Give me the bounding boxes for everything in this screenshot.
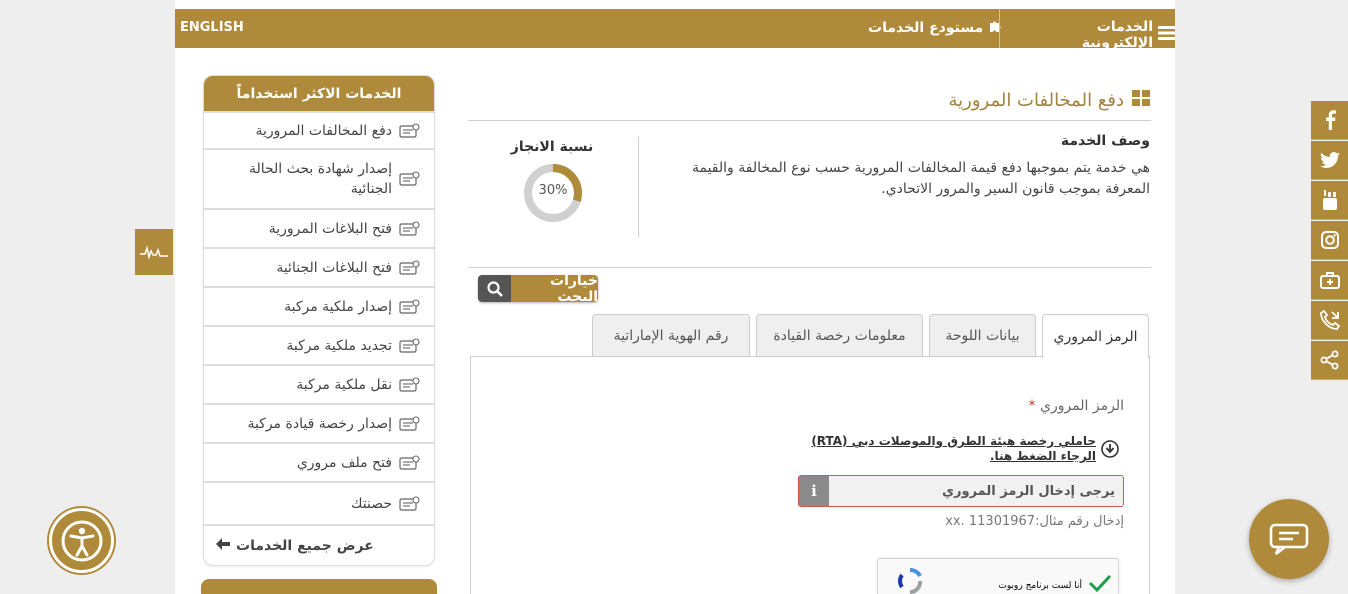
input-hint: إدخال رقم مثال:11301967 .xx [945, 514, 1124, 529]
sidebar-item[interactable]: دفع المخالفات المرورية [204, 111, 434, 148]
arrow-down-circle-icon [1101, 440, 1119, 458]
signature-icon [140, 245, 168, 260]
description-text: هي خدمة يتم بموجبها دفع قيمة المخالفات ا… [691, 160, 1150, 197]
hasantak-icon [399, 495, 420, 511]
service-title: دفع المخالفات المرورية [900, 90, 1150, 111]
search-icon [478, 275, 511, 302]
renew-ownership-icon [399, 337, 420, 353]
phone-icon[interactable] [1311, 301, 1348, 340]
vehicle-ownership-icon [399, 298, 420, 314]
traffic-code-input-group: i [798, 475, 1124, 507]
section-divider [468, 267, 1151, 268]
top-navigation: ENGLISH مستودع الخدمات الخدمات الإلكترون… [175, 9, 1175, 51]
youtube-icon[interactable] [1311, 181, 1348, 220]
sidebar-item-label: حصنتك [350, 495, 392, 512]
briefcase-icon[interactable] [1311, 261, 1348, 300]
accessibility-icon [61, 520, 102, 561]
accessibility-button[interactable] [49, 508, 114, 573]
traffic-file-icon [399, 454, 420, 470]
driving-license-icon [399, 415, 420, 431]
checkmark-icon[interactable] [1088, 573, 1112, 593]
sidebar-item[interactable]: فتح ملف مروري [204, 442, 434, 481]
second-panel-header [201, 579, 437, 594]
progress-value: 30% [538, 183, 568, 198]
sidebar-item-label: فتح ملف مروري [296, 454, 392, 471]
criminal-report-icon [399, 259, 420, 275]
sidebar-item[interactable]: إصدار ملكية مركبة [204, 286, 434, 325]
sidebar-item-label: فتح البلاغات المرورية [268, 220, 392, 237]
sidebar-item-label: فتح البلاغات الجنائية [276, 259, 392, 276]
title-divider [468, 120, 1151, 121]
transfer-ownership-icon [399, 376, 420, 392]
required-mark: * [1028, 398, 1036, 414]
tab-plate-data[interactable]: بيانات اللوحة [929, 314, 1036, 356]
sidebar-item[interactable]: فتح البلاغات المرورية [204, 208, 434, 247]
progress-label: نسبة الانجاز [510, 139, 594, 155]
sidebar-title: الخدمات الاكثر استخداماً [204, 76, 434, 111]
facebook-icon[interactable] [1311, 101, 1348, 140]
sidebar-item[interactable]: حصنتك [204, 481, 434, 524]
nav-separator [999, 9, 1000, 48]
fines-icon [399, 122, 420, 138]
share-icon[interactable] [1311, 341, 1348, 380]
sidebar-item[interactable]: تجديد ملكية مركبة [204, 325, 434, 364]
sidebar-item-label: إصدار ملكية مركبة [284, 298, 392, 315]
rta-holders-link[interactable]: حاملي رخصة هيئة الطرق والموصلات دبي (RTA… [790, 434, 1096, 464]
grid-icon [1132, 90, 1150, 111]
sidebar-item-label: إصدار رخصة قيادة مركبة [247, 415, 392, 432]
language-switch[interactable]: ENGLISH [180, 20, 244, 35]
recaptcha-widget: أنا لست برنامج روبوت [877, 558, 1119, 594]
most-used-services-panel: الخدمات الاكثر استخداماً دفع المخالفات ا… [203, 75, 435, 566]
sidebar-item[interactable]: نقل ملكية مركبة [204, 364, 434, 403]
sidebar-item[interactable]: فتح البلاغات الجنائية [204, 247, 434, 286]
hamburger-icon [1158, 26, 1175, 44]
info-icon[interactable]: i [799, 476, 829, 506]
certificate-icon [399, 171, 420, 186]
sidebar-item-label: دفع المخالفات المرورية [255, 122, 392, 139]
traffic-code-label: الرمز المروري * [1028, 398, 1124, 414]
arrow-left-icon [216, 538, 230, 554]
nav-eservices-menu[interactable]: الخدمات الإلكترونية [1025, 19, 1175, 51]
view-all-services-link[interactable]: عرض جميع الخدمات [204, 524, 434, 565]
sidebar-item-label: نقل ملكية مركبة [296, 376, 392, 393]
captcha-text: أنا لست برنامج روبوت [998, 581, 1082, 591]
instagram-icon[interactable] [1311, 221, 1348, 260]
puzzle-icon [988, 19, 1002, 37]
tab-traffic-code[interactable]: الرمز المروري [1042, 314, 1149, 358]
search-options-button[interactable]: خيارات البحث [478, 275, 598, 302]
tab-driving-license[interactable]: معلومات رخصة القيادة [756, 314, 923, 356]
twitter-icon[interactable] [1311, 141, 1348, 180]
nav-service-repository[interactable]: مستودع الخدمات [868, 19, 1002, 37]
sidebar-item[interactable]: إصدار رخصة قيادة مركبة [204, 403, 434, 442]
tab-emirates-id[interactable]: رقم الهوية الإماراتية [592, 314, 750, 356]
chat-button[interactable] [1249, 499, 1329, 579]
sidebar-item-label: تجديد ملكية مركبة [286, 337, 392, 354]
sidebar-item-label: إصدار شهادة بحث الحالة الجنائية [248, 161, 392, 197]
traffic-report-icon [399, 220, 420, 236]
traffic-code-input[interactable] [829, 476, 1123, 506]
signature-tab[interactable] [135, 229, 173, 275]
sidebar-item[interactable]: إصدار شهادة بحث الحالة الجنائية [204, 148, 434, 208]
recaptcha-logo-icon [898, 568, 923, 594]
vertical-divider [638, 137, 639, 237]
description-heading: وصف الخدمة [1060, 133, 1150, 149]
chat-icon [1269, 523, 1309, 555]
